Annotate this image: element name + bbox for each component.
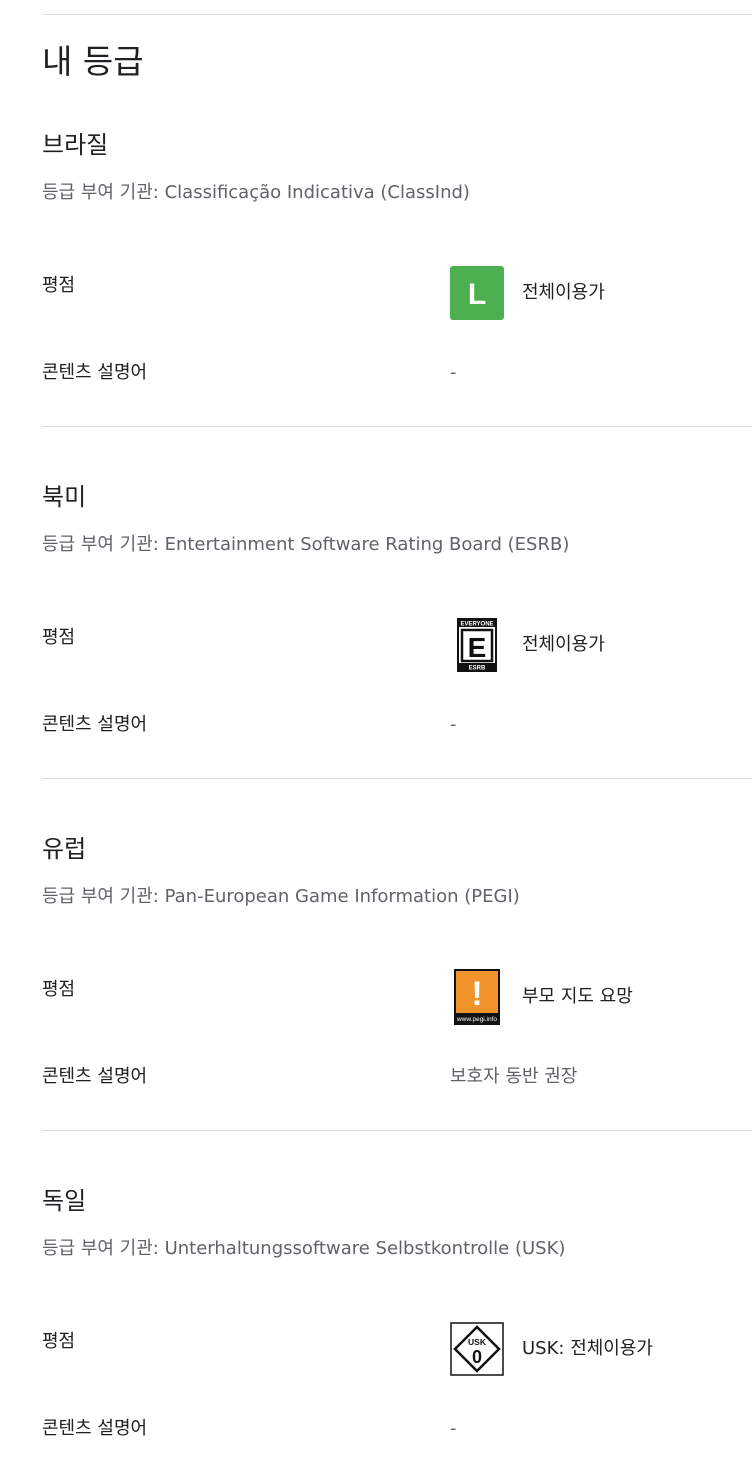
content-descriptors-label: 콘텐츠 설명어	[42, 714, 148, 735]
region-section-north-america: 북미 등급 부여 기관: Entertainment Software Rati…	[0, 479, 752, 831]
rating-value: L 전체이용가	[450, 265, 605, 321]
svg-text:EVERYONE: EVERYONE	[460, 622, 493, 628]
top-divider	[42, 14, 752, 15]
region-name: 북미	[42, 483, 87, 511]
section-divider	[42, 426, 752, 427]
rating-label: 평점	[42, 979, 76, 1000]
rating-label: 평점	[42, 1331, 76, 1352]
content-descriptors-label: 콘텐츠 설명어	[42, 1418, 148, 1439]
region-name: 독일	[42, 1187, 87, 1215]
region-name: 브라질	[42, 131, 109, 159]
svg-text:ESRB: ESRB	[469, 666, 486, 672]
svg-text:L: L	[468, 278, 486, 311]
pegi-parental-guidance-icon: ! www.pegi.info	[450, 969, 504, 1025]
section-divider	[42, 1130, 752, 1131]
rating-value: USK 0 USK: 전체이용가	[450, 1321, 653, 1377]
rating-authority: 등급 부여 기관: Pan-European Game Information …	[42, 886, 520, 907]
svg-text:!: !	[471, 975, 482, 1013]
content-descriptors-value: 보호자 동반 권장	[450, 1066, 578, 1087]
rating-authority: 등급 부여 기관: Classificação Indicativa (Clas…	[42, 182, 470, 203]
rating-label: 평점	[42, 275, 76, 296]
svg-text:0: 0	[472, 1347, 482, 1367]
rating-authority: 등급 부여 기관: Unterhaltungssoftware Selbstko…	[42, 1238, 566, 1259]
classind-l-icon: L	[450, 266, 504, 320]
content-descriptors-value: -	[450, 714, 457, 735]
region-section-europe: 유럽 등급 부여 기관: Pan-European Game Informati…	[0, 831, 752, 1183]
content-descriptors-label: 콘텐츠 설명어	[42, 362, 148, 383]
usk-0-icon: USK 0	[450, 1322, 504, 1376]
region-section-brazil: 브라질 등급 부여 기관: Classificação Indicativa (…	[0, 127, 752, 479]
svg-text:USK: USK	[468, 1337, 487, 1347]
rating-text: 부모 지도 요망	[522, 986, 633, 1007]
rating-label: 평점	[42, 627, 76, 648]
rating-text: 전체이용가	[522, 282, 605, 303]
page-title: 내 등급	[42, 42, 144, 81]
rating-value: ! www.pegi.info 부모 지도 요망	[450, 969, 633, 1025]
region-name: 유럽	[42, 835, 87, 863]
region-section-germany: 독일 등급 부여 기관: Unterhaltungssoftware Selbs…	[0, 1183, 752, 1470]
rating-text: 전체이용가	[522, 634, 605, 655]
section-divider	[42, 778, 752, 779]
rating-value: EVERYONE E ESRB 전체이용가	[450, 617, 605, 673]
content-descriptors-value: -	[450, 362, 457, 383]
content-descriptors-label: 콘텐츠 설명어	[42, 1066, 148, 1087]
rating-text: USK: 전체이용가	[522, 1338, 653, 1359]
content-descriptors-value: -	[450, 1418, 457, 1439]
svg-text:www.pegi.info: www.pegi.info	[456, 1016, 497, 1023]
svg-text:E: E	[468, 632, 487, 663]
esrb-everyone-icon: EVERYONE E ESRB	[450, 618, 504, 672]
rating-authority: 등급 부여 기관: Entertainment Software Rating …	[42, 534, 570, 555]
